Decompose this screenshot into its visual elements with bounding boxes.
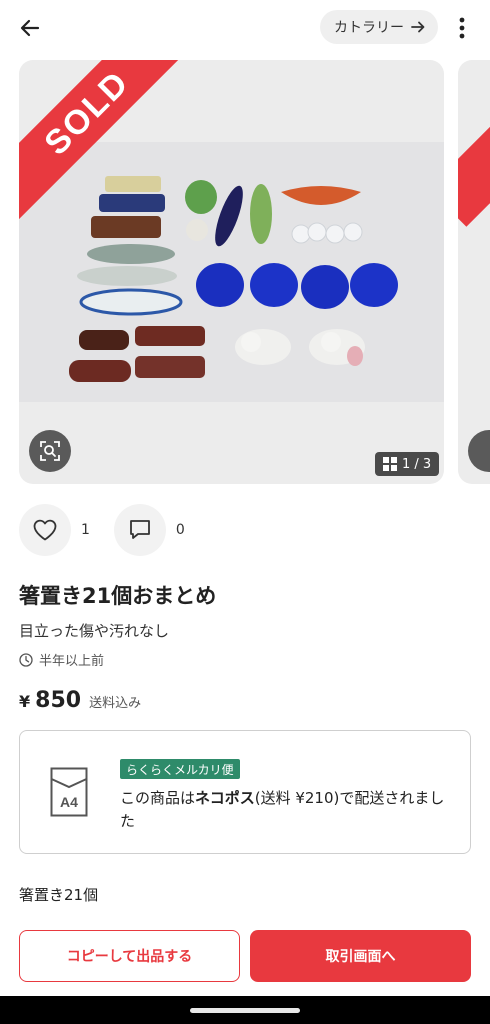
sold-ribbon-next	[458, 60, 490, 227]
comments-count: 0	[175, 522, 185, 538]
price: ¥ 850 送料込み	[19, 688, 141, 713]
trade-screen-button[interactable]: 取引画面へ	[250, 930, 471, 982]
envelope-label: A4	[60, 794, 78, 810]
shipping-method-name: ネコポス	[195, 789, 255, 807]
image-search-icon-next	[468, 430, 490, 472]
description-line: 箸置き21個	[19, 886, 99, 904]
copy-listing-button[interactable]: コピーして出品する	[19, 930, 240, 982]
shipping-included-note: 送料込み	[89, 696, 142, 711]
like-button[interactable]	[19, 504, 71, 556]
product-condition: 目立った傷や汚れなし	[19, 622, 170, 640]
product-image	[19, 142, 444, 402]
image-counter-text: 1 / 3	[402, 456, 432, 472]
image-counter: 1 / 3	[375, 452, 440, 476]
action-row: 1 0	[19, 504, 185, 556]
next-photo-peek[interactable]	[458, 60, 490, 484]
shipping-text-before: この商品は	[120, 789, 196, 807]
shipping-info-box: A4 らくらくメルカリ便 この商品はネコポス(送料 ¥210)で配送されました	[19, 730, 471, 854]
back-arrow-icon[interactable]	[14, 12, 46, 44]
comment-button[interactable]	[113, 504, 166, 556]
photo-carousel[interactable]: SOLD 1 / 3	[0, 60, 490, 486]
posted-time-text: 半年以上前	[39, 654, 105, 669]
image-search-icon[interactable]	[29, 430, 71, 472]
shipping-description: この商品はネコポス(送料 ¥210)で配送されました	[120, 787, 456, 833]
product-photo[interactable]: SOLD 1 / 3	[19, 60, 444, 484]
heart-icon	[33, 519, 57, 541]
grid-icon	[383, 457, 397, 471]
product-description: 箸置き21個	[19, 884, 98, 906]
arrow-right-icon	[411, 21, 425, 33]
category-chip-label: カトラリー	[334, 20, 404, 36]
envelope-a4-icon: A4	[50, 767, 88, 821]
comment-icon	[130, 520, 150, 539]
product-title: 箸置き21個おまとめ	[19, 584, 217, 608]
more-options-icon[interactable]	[448, 12, 476, 44]
likes-count: 1	[81, 522, 90, 538]
shipping-method-badge: らくらくメルカリ便	[120, 759, 240, 779]
system-nav-bar	[0, 996, 490, 1024]
posted-time: 半年以上前	[19, 650, 104, 669]
clock-icon	[19, 652, 33, 667]
price-currency: ¥	[19, 692, 31, 711]
bottom-action-bar: コピーして出品する 取引画面へ	[0, 916, 490, 996]
category-chip[interactable]: カトラリー	[320, 10, 438, 44]
home-gesture-handle[interactable]	[190, 1008, 300, 1013]
price-value: 850	[35, 688, 82, 713]
top-bar: カトラリー	[0, 0, 490, 56]
